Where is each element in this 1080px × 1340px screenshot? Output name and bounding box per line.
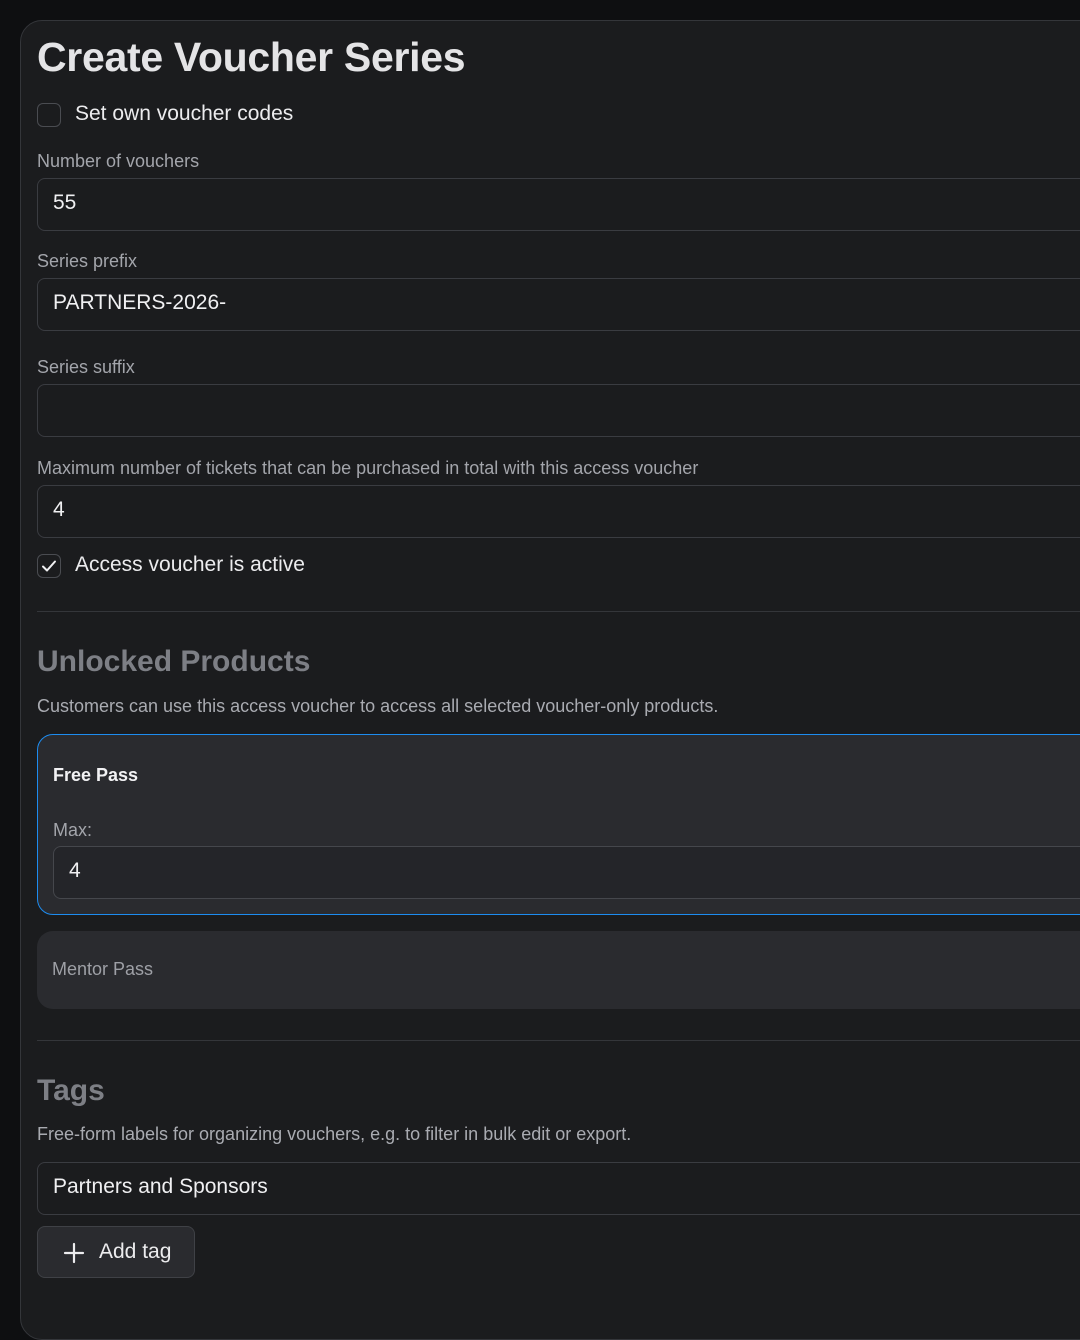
product-card-free-pass[interactable]: Free Pass Max: 4 <box>37 734 1080 915</box>
check-icon <box>42 560 56 572</box>
active-label[interactable]: Access voucher is active <box>75 553 305 577</box>
product-card-mentor-pass[interactable]: Mentor Pass <box>37 931 1080 1009</box>
max-tickets-input[interactable]: 4 <box>37 485 1080 538</box>
tags-title: Tags <box>37 1074 105 1107</box>
active-checkbox[interactable] <box>37 554 61 578</box>
tag-input[interactable]: Partners and Sponsors <box>37 1162 1080 1215</box>
add-tag-button[interactable]: Add tag <box>37 1226 195 1278</box>
page-title: Create Voucher Series <box>37 34 466 80</box>
series-suffix-label: Series suffix <box>37 357 135 377</box>
max-tickets-value: 4 <box>53 498 65 521</box>
unlocked-products-title: Unlocked Products <box>37 645 311 678</box>
max-label: Max: <box>53 820 93 840</box>
series-prefix-label: Series prefix <box>37 251 138 271</box>
tag-value: Partners and Sponsors <box>53 1175 268 1198</box>
number-of-vouchers-input[interactable]: 55 <box>37 178 1080 231</box>
unlocked-products-description: Customers can use this access voucher to… <box>37 696 719 716</box>
series-suffix-input[interactable] <box>37 384 1080 437</box>
number-of-vouchers-value: 55 <box>53 191 77 214</box>
series-prefix-input[interactable]: PARTNERS-2026- <box>37 278 1080 331</box>
product-name: Free Pass <box>53 765 139 785</box>
tags-description: Free-form labels for organizing vouchers… <box>37 1124 632 1144</box>
plus-icon <box>63 1242 85 1264</box>
add-tag-label: Add tag <box>99 1240 172 1263</box>
section-divider <box>37 1040 1080 1041</box>
product-max-input[interactable]: 4 <box>53 846 1080 899</box>
set-own-codes-checkbox[interactable] <box>37 103 61 127</box>
product-name: Mentor Pass <box>52 959 154 979</box>
series-prefix-value: PARTNERS-2026- <box>53 291 227 314</box>
max-tickets-label: Maximum number of tickets that can be pu… <box>37 458 699 478</box>
product-max-value: 4 <box>69 859 81 882</box>
set-own-codes-label[interactable]: Set own voucher codes <box>75 102 293 126</box>
number-of-vouchers-label: Number of vouchers <box>37 151 200 171</box>
section-divider <box>37 611 1080 612</box>
